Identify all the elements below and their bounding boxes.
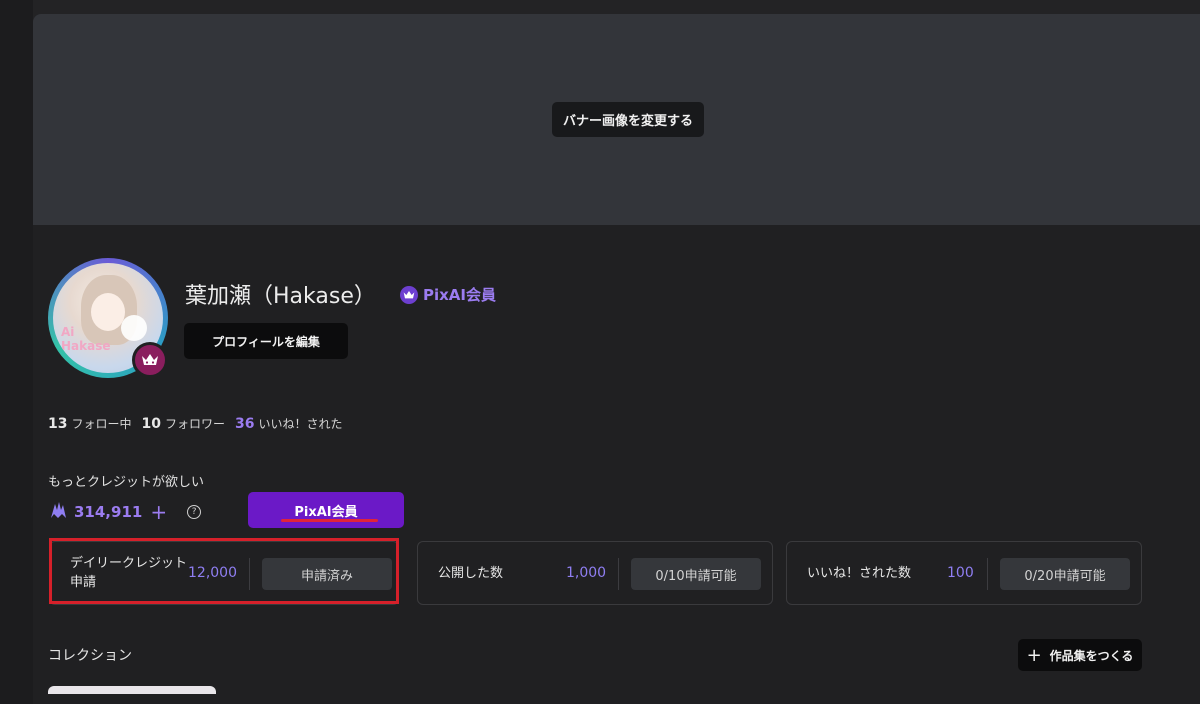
credit-balance: 314,911 + ? [48,500,202,524]
add-credit-button[interactable]: + [150,502,167,522]
published-count-label: 公開した数 [438,566,504,581]
avatar-cat [121,315,147,341]
help-icon[interactable]: ? [187,505,202,519]
crown-icon [400,285,418,304]
credit-icon [48,500,68,524]
likes-count-card: いいね！された数 100 0/20申請可能 [786,541,1142,605]
avatar[interactable]: Ai Hakase [48,258,168,378]
likes-count-card-label: いいね！された数 [807,566,912,581]
username: 葉加瀬（Hakase） [185,284,376,309]
followers-label[interactable]: フォロワー [165,415,225,432]
create-collection-button[interactable]: + 作品集をつくる [1018,639,1142,671]
credit-amount: 314,911 [74,503,143,521]
banner: バナー画像を変更する [33,14,1200,225]
followers-count[interactable]: 10 [142,416,161,432]
collection-thumbnail[interactable] [48,686,216,694]
edit-profile-button[interactable]: プロフィールを編集 [184,323,348,359]
create-collection-label: 作品集をつくる [1049,648,1134,663]
change-banner-button[interactable]: バナー画像を変更する [552,102,704,137]
published-claim-button[interactable]: 0/10申請可能 [631,558,761,590]
avatar-watermark: Ai Hakase [61,325,111,353]
follow-stats: 13 フォロー中 10 フォロワー 36 いいね！された [48,415,343,432]
card-divider [618,558,619,590]
collection-title: コレクション [48,648,132,664]
member-tag-label: PixAI会員 [423,286,497,304]
credit-section-title: もっとクレジットが欲しい [48,475,205,490]
likes-count-card-value: 100 [947,565,974,581]
avatar-watermark-line2: Hakase [61,339,111,353]
annotation-underline [281,519,378,522]
avatar-watermark-line1: Ai [61,325,75,339]
pixai-membership-button[interactable]: PixAI会員 [248,492,404,528]
card-divider [987,558,988,590]
member-tag: PixAI会員 [400,284,496,305]
following-count[interactable]: 13 [48,416,67,432]
annotation-highlight-box [49,538,399,604]
likes-label: いいね！された [258,417,343,431]
published-count-card: 公開した数 1,000 0/10申請可能 [417,541,773,605]
plus-icon: + [1026,644,1042,666]
left-rail [0,0,33,704]
likes-claim-button[interactable]: 0/20申請可能 [1000,558,1130,590]
published-count-value: 1,000 [566,565,607,581]
following-label[interactable]: フォロー中 [71,415,131,432]
crown-icon [132,342,168,378]
likes-count: 36 [235,416,255,432]
